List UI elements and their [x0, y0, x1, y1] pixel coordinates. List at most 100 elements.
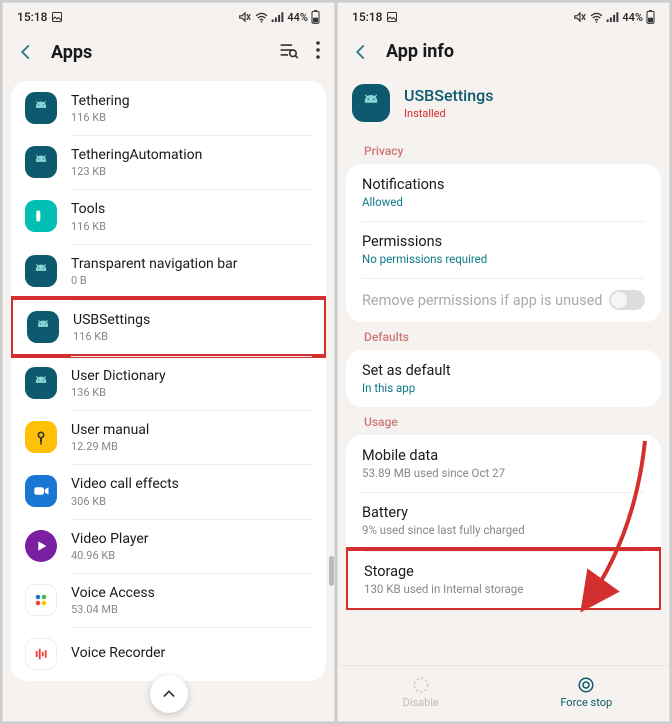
- app-name-label: Tools: [71, 200, 312, 218]
- app-name-label: User manual: [71, 421, 312, 439]
- app-icon: [25, 92, 57, 124]
- app-row[interactable]: Voice Access53.04 MB: [11, 573, 326, 627]
- app-row[interactable]: Voice Recorder: [11, 627, 326, 681]
- app-row[interactable]: USBSettings116 KB: [11, 296, 326, 358]
- setting-row[interactable]: Storage 130 KB used in Internal storage: [346, 547, 661, 610]
- setting-title: Notifications: [362, 176, 645, 193]
- back-icon[interactable]: [352, 43, 370, 61]
- setting-sub: In this app: [362, 381, 645, 395]
- bottom-actions: Disable Force stop: [338, 665, 669, 721]
- disable-icon: [412, 676, 430, 694]
- app-icon: [352, 84, 390, 122]
- battery-percent: 44%: [622, 11, 643, 24]
- battery-percent: 44%: [287, 11, 308, 24]
- app-size-label: 0 B: [71, 274, 312, 287]
- setting-row[interactable]: Set as default In this app: [346, 350, 661, 407]
- app-row[interactable]: Video call effects306 KB: [11, 464, 326, 518]
- app-row[interactable]: Tools 116 KB: [11, 189, 326, 243]
- app-icon: [25, 638, 57, 670]
- wifi-icon: [590, 12, 603, 23]
- app-size-label: 12.29 MB: [71, 440, 312, 453]
- setting-sub: Allowed: [362, 195, 645, 209]
- setting-title: Storage: [364, 563, 643, 580]
- app-size-label: 123 KB: [71, 165, 312, 178]
- setting-row[interactable]: Battery9% used since last fully charged: [346, 492, 661, 549]
- usage-section-label: Usage: [346, 407, 661, 435]
- setting-sub: 53.89 MB used since Oct 27: [362, 466, 645, 480]
- app-icon: [25, 200, 57, 232]
- toggle-switch[interactable]: [609, 290, 645, 310]
- back-icon[interactable]: [17, 43, 35, 61]
- scroll-top-button[interactable]: [150, 675, 188, 713]
- status-time: 15:18: [352, 10, 382, 24]
- setting-sub: No permissions required: [362, 252, 645, 266]
- setting-title: Battery: [362, 504, 645, 521]
- app-size-label: 40.96 KB: [71, 549, 312, 562]
- app-status: Installed: [404, 107, 493, 120]
- page-title: Apps: [51, 42, 262, 63]
- app-name-label: Voice Access: [71, 584, 312, 602]
- app-name-label: USBSettings: [73, 311, 310, 329]
- setting-title: Permissions: [362, 233, 645, 250]
- app-icon: [25, 367, 57, 399]
- mute-icon: [573, 11, 587, 23]
- force-stop-button[interactable]: Force stop: [504, 666, 670, 721]
- app-name-label: Voice Recorder: [71, 644, 312, 662]
- app-icon: [27, 311, 59, 343]
- more-icon[interactable]: [316, 41, 320, 63]
- status-bar: 15:18 44%: [3, 3, 334, 31]
- app-row[interactable]: User manual12.29 MB: [11, 410, 326, 464]
- app-icon: [25, 475, 57, 507]
- app-icon: [25, 146, 57, 178]
- defaults-section-label: Defaults: [346, 322, 661, 350]
- force-stop-icon: [577, 676, 595, 694]
- app-icon: [25, 584, 57, 616]
- app-icon: [25, 421, 57, 453]
- signal-icon: [271, 12, 284, 23]
- app-row[interactable]: TetheringAutomation123 KB: [11, 135, 326, 189]
- battery-icon: [646, 10, 655, 24]
- app-row[interactable]: Tethering116 KB: [11, 81, 326, 135]
- app-size-label: 306 KB: [71, 495, 312, 508]
- disable-button[interactable]: Disable: [338, 666, 504, 721]
- scrollbar-thumb[interactable]: [329, 556, 334, 586]
- search-filter-icon[interactable]: [278, 41, 298, 63]
- status-time: 15:18: [17, 10, 47, 24]
- remove-permissions-row[interactable]: Remove permissions if app is unused: [346, 278, 661, 322]
- app-name-label: TetheringAutomation: [71, 146, 312, 164]
- app-summary: USBSettings Installed: [338, 80, 669, 136]
- app-size-label: 53.04 MB: [71, 603, 312, 616]
- app-name-label: Tethering: [71, 92, 312, 110]
- app-size-label: 116 KB: [73, 330, 310, 343]
- app-name-label: Transparent navigation bar: [71, 255, 312, 273]
- setting-row[interactable]: Notifications Allowed: [346, 164, 661, 221]
- app-name-label: Video Player: [71, 530, 312, 548]
- setting-title: Set as default: [362, 362, 645, 379]
- app-size-label: 136 KB: [71, 386, 312, 399]
- mute-icon: [238, 11, 252, 23]
- setting-title: Mobile data: [362, 447, 645, 464]
- privacy-section-label: Privacy: [346, 136, 661, 164]
- signal-icon: [606, 12, 619, 23]
- image-icon: [386, 11, 398, 23]
- app-icon: [25, 530, 57, 562]
- setting-row[interactable]: Permissions No permissions required: [346, 221, 661, 278]
- setting-row[interactable]: Mobile data 53.89 MB used since Oct 27: [346, 435, 661, 492]
- apps-list-container: Tethering116 KBTetheringAutomation123 KB…: [3, 81, 334, 721]
- page-title: App info: [386, 41, 655, 62]
- app-name: USBSettings: [404, 86, 493, 105]
- app-name-label: User Dictionary: [71, 367, 312, 385]
- apps-list-screen: 15:18 44% Apps Tethering116 KBTetheringA…: [2, 2, 335, 722]
- setting-sub: 130 KB used in Internal storage: [364, 582, 643, 596]
- app-row[interactable]: Video Player40.96 KB: [11, 519, 326, 573]
- app-icon: [25, 255, 57, 287]
- settings-container: Privacy Notifications Allowed Permissions N…: [338, 136, 669, 665]
- app-size-label: 116 KB: [71, 111, 312, 124]
- app-size-label: 116 KB: [71, 220, 312, 233]
- header: App info: [338, 31, 669, 80]
- app-info-screen: 15:18 44% App info USBSettings Installed…: [337, 2, 670, 722]
- app-row[interactable]: Transparent navigation bar0 B: [11, 244, 326, 298]
- app-row[interactable]: User Dictionary136 KB: [11, 356, 326, 410]
- status-bar: 15:18 44%: [338, 3, 669, 31]
- setting-title: Remove permissions if app is unused: [362, 292, 602, 309]
